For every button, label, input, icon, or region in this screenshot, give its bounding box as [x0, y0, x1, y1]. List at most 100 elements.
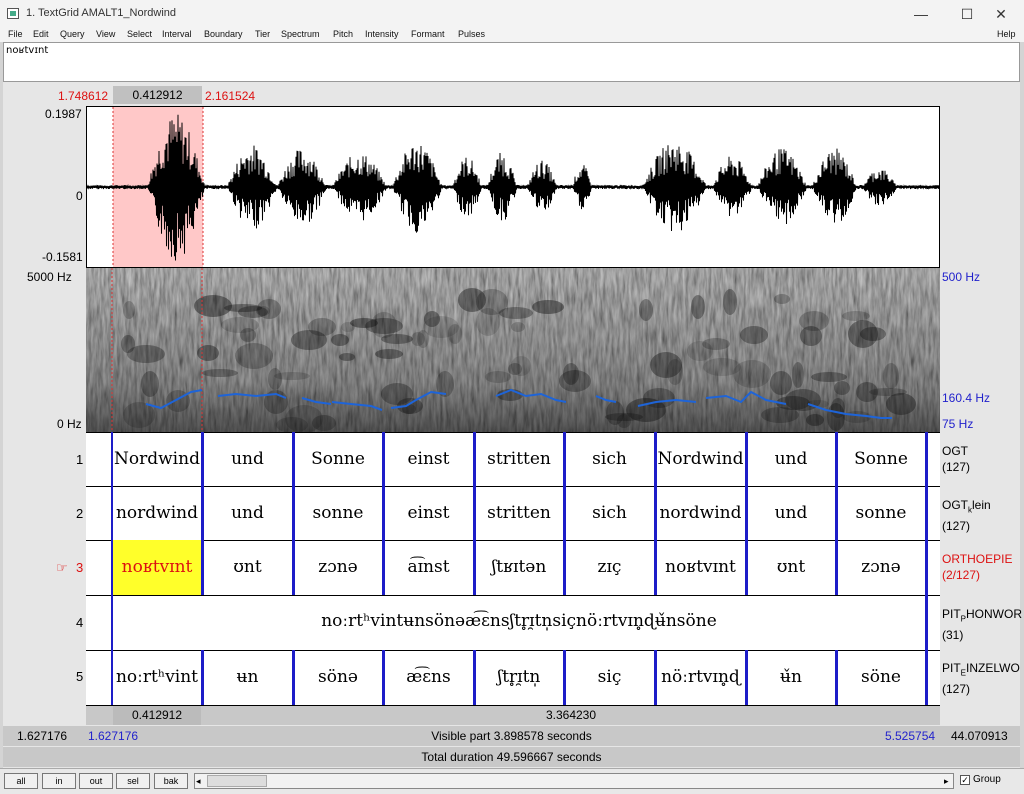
tier-2-interval[interactable]: stritten: [474, 503, 564, 523]
zoom-sel-button[interactable]: sel: [116, 773, 150, 789]
tier-3-interval[interactable]: zɪç: [564, 557, 655, 577]
interval-boundary[interactable]: [201, 650, 204, 705]
tier-1-interval[interactable]: Nordwind: [112, 449, 202, 469]
menu-tier[interactable]: Tier: [255, 29, 270, 39]
interval-boundary[interactable]: [292, 432, 295, 487]
tier-1-name[interactable]: OGT (127): [942, 443, 970, 475]
interval-boundary[interactable]: [835, 432, 838, 487]
tier-1-interval[interactable]: und: [746, 449, 836, 469]
interval-boundary[interactable]: [292, 540, 295, 595]
interval-boundary[interactable]: [382, 540, 385, 595]
interval-boundary[interactable]: [292, 486, 295, 541]
zoom-in-button[interactable]: in: [42, 773, 76, 789]
interval-boundary[interactable]: [473, 432, 476, 487]
group-checkbox[interactable]: ✓: [960, 775, 970, 785]
tier-5-interval[interactable]: ʃtr̥ɪ̯tn̩: [474, 667, 564, 687]
tier-3-interval[interactable]: a͡ɪnst: [383, 557, 474, 577]
menu-intensity[interactable]: Intensity: [365, 29, 399, 39]
tier-3-interval[interactable]: zɔnə: [836, 557, 926, 577]
interval-boundary[interactable]: [382, 486, 385, 541]
interval-boundary[interactable]: [835, 486, 838, 541]
tier-1-interval[interactable]: sich: [564, 449, 655, 469]
interval-boundary[interactable]: [654, 432, 657, 487]
tier-2-interval[interactable]: einst: [383, 503, 474, 523]
tier-1-interval[interactable]: Nordwind: [655, 449, 746, 469]
interval-boundary[interactable]: [563, 432, 566, 487]
tier-2-interval[interactable]: und: [202, 503, 293, 523]
interval-boundary[interactable]: [563, 650, 566, 705]
tier-3-interval[interactable]: ʊnt: [202, 557, 293, 577]
interval-boundary[interactable]: [473, 486, 476, 541]
tier-5-interval[interactable]: æ͡ɛns: [383, 667, 474, 687]
tier-3-name[interactable]: ORTHOEPIE (2/127): [942, 551, 1012, 583]
menu-interval[interactable]: Interval: [162, 29, 192, 39]
interval-boundary[interactable]: [925, 432, 928, 487]
menu-pitch[interactable]: Pitch: [333, 29, 353, 39]
interval-boundary[interactable]: [201, 540, 204, 595]
interval-boundary[interactable]: [654, 540, 657, 595]
selection-duration-box[interactable]: 0.412912: [113, 86, 202, 104]
minimize-button[interactable]: —: [898, 0, 944, 28]
tier-2-interval[interactable]: und: [746, 503, 836, 523]
menu-pulses[interactable]: Pulses: [458, 29, 485, 39]
tier-1-interval[interactable]: Sonne: [293, 449, 383, 469]
tier-3-interval[interactable]: zɔnə: [293, 557, 383, 577]
tier-1-interval[interactable]: und: [202, 449, 293, 469]
tier-5-interval[interactable]: söne: [836, 667, 926, 687]
tier-4-interval[interactable]: noːrtʰvintʉnsönəæ͡ɛnsʃtr̥ɪ̯tn̩siçnöːrtvɪ…: [112, 611, 926, 631]
zoom-out-button[interactable]: out: [79, 773, 113, 789]
scroll-left-icon[interactable]: ◂: [196, 775, 201, 787]
interval-boundary[interactable]: [111, 432, 113, 705]
interval-boundary[interactable]: [745, 432, 748, 487]
visible-bar[interactable]: 1.627176 1.627176 Visible part 3.898578 …: [3, 726, 1020, 746]
interval-boundary[interactable]: [563, 486, 566, 541]
interval-boundary[interactable]: [925, 486, 928, 541]
tier-2-interval[interactable]: sonne: [836, 503, 926, 523]
tier-5-interval[interactable]: ʉ̌n: [746, 667, 836, 687]
menu-help[interactable]: Help: [997, 29, 1016, 39]
interval-boundary[interactable]: [201, 486, 204, 541]
tier-4-name[interactable]: PITPHONWOR (31): [942, 606, 1022, 643]
interval-boundary[interactable]: [835, 540, 838, 595]
tier-5-interval[interactable]: noːrtʰvint: [112, 667, 202, 687]
tier-2-interval[interactable]: nordwind: [655, 503, 746, 523]
interval-boundary[interactable]: [563, 540, 566, 595]
zoom-all-button[interactable]: all: [4, 773, 38, 789]
menu-select[interactable]: Select: [127, 29, 152, 39]
interval-boundary[interactable]: [925, 595, 928, 650]
interval-boundary[interactable]: [654, 650, 657, 705]
interval-boundary[interactable]: [654, 486, 657, 541]
tier-5-interval[interactable]: siç: [564, 667, 655, 687]
waveform-panel[interactable]: [86, 106, 940, 268]
scrollbar-thumb[interactable]: [207, 775, 267, 787]
interval-boundary[interactable]: [925, 540, 928, 595]
menu-file[interactable]: File: [8, 29, 23, 39]
menu-formant[interactable]: Formant: [411, 29, 445, 39]
tier-5-interval[interactable]: ʉn: [202, 667, 293, 687]
zoom-back-button[interactable]: bak: [154, 773, 188, 789]
tier-3-interval[interactable]: ʊnt: [746, 557, 836, 577]
interval-boundary[interactable]: [745, 540, 748, 595]
tier-5-interval[interactable]: sönə: [293, 667, 383, 687]
tier-1-interval[interactable]: Sonne: [836, 449, 926, 469]
interval-boundary[interactable]: [292, 650, 295, 705]
tier-1-interval[interactable]: stritten: [474, 449, 564, 469]
menu-query[interactable]: Query: [60, 29, 85, 39]
tier-2-interval[interactable]: nordwind: [112, 503, 202, 523]
interval-boundary[interactable]: [382, 432, 385, 487]
tier-2-name[interactable]: OGTklein (127): [942, 497, 991, 534]
tier-5-interval[interactable]: nöːrtvɪn̥ɖ: [655, 667, 746, 687]
segment-rest[interactable]: 3.364230: [202, 706, 940, 725]
menu-edit[interactable]: Edit: [33, 29, 49, 39]
spectrogram-panel[interactable]: [86, 268, 940, 432]
tier-5-name[interactable]: PITEINZELWO (127): [942, 660, 1020, 697]
interval-boundary[interactable]: [745, 486, 748, 541]
interval-boundary[interactable]: [925, 650, 928, 705]
close-button[interactable]: ✕: [978, 0, 1024, 28]
total-bar[interactable]: Total duration 49.596667 seconds: [3, 747, 1020, 767]
interval-boundary[interactable]: [382, 650, 385, 705]
tier-2-interval[interactable]: sich: [564, 503, 655, 523]
tier-2-interval[interactable]: sonne: [293, 503, 383, 523]
menu-view[interactable]: View: [96, 29, 115, 39]
tier-3-interval[interactable]: noʁtvɪnt: [655, 557, 746, 577]
